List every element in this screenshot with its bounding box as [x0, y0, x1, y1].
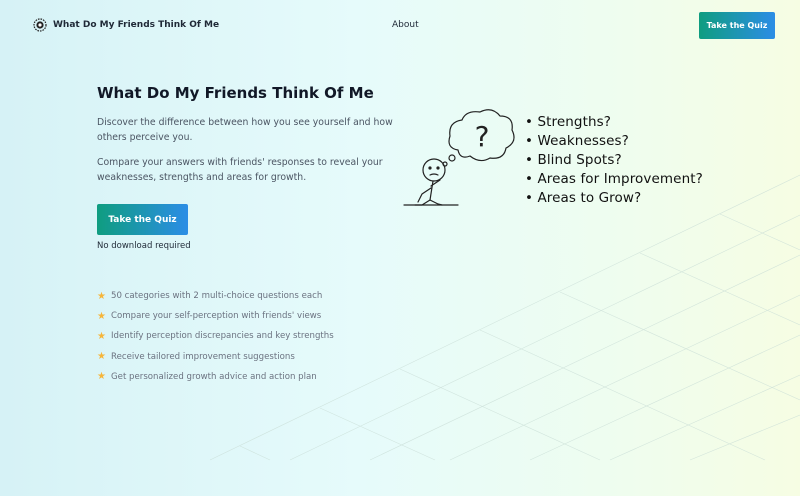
feature-item: ★ Identify perception discrepancies and k…	[97, 326, 334, 346]
star-icon: ★	[97, 330, 106, 342]
question-item: • Strengths?	[525, 114, 612, 130]
nav-take-quiz-button[interactable]: Take the Quiz	[699, 12, 775, 39]
question-mark: ?	[475, 120, 490, 153]
hero-section: What Do My Friends Think Of Me Discover …	[97, 84, 397, 251]
question-item: • Areas to Grow?	[525, 190, 642, 206]
feature-item: ★ Get personalized growth advice and acti…	[97, 367, 334, 387]
feature-text: Receive tailored improvement suggestions	[111, 351, 295, 362]
star-icon: ★	[97, 290, 106, 302]
hero-take-quiz-button[interactable]: Take the Quiz	[97, 204, 188, 235]
page-title: What Do My Friends Think Of Me	[97, 84, 374, 102]
brain-logo-icon	[33, 18, 47, 32]
question-list: • Strengths? • Weaknesses? • Blind Spots…	[525, 113, 703, 208]
no-download-note: No download required	[97, 241, 191, 251]
question-item: • Blind Spots?	[525, 152, 622, 168]
feature-item: ★ 50 categories with 2 multi-choice quest…	[97, 286, 334, 306]
hero-description-2: Compare your answers with friends' respo…	[97, 157, 383, 183]
brand-name: What Do My Friends Think Of Me	[53, 20, 220, 30]
brand[interactable]: What Do My Friends Think Of Me	[33, 18, 219, 32]
feature-item: ★ Receive tailored improvement suggestion…	[97, 347, 334, 367]
top-navigation: What Do My Friends Think Of Me About Tak…	[0, 0, 800, 52]
feature-text: 50 categories with 2 multi-choice questi…	[111, 291, 323, 302]
feature-item: ★ Compare your self-perception with frien…	[97, 306, 334, 326]
hero-description-1: Discover the difference between how you …	[97, 117, 393, 143]
feature-list: ★ 50 categories with 2 multi-choice quest…	[97, 286, 334, 387]
question-item: • Areas for Improvement?	[525, 171, 703, 187]
feature-text: Compare your self-perception with friend…	[111, 311, 322, 322]
star-icon: ★	[97, 371, 106, 383]
star-icon: ★	[97, 310, 106, 322]
feature-text: Identify perception discrepancies and ke…	[111, 331, 334, 342]
nav-link-about[interactable]: About	[392, 20, 419, 30]
feature-text: Get personalized growth advice and actio…	[111, 371, 317, 382]
question-item: • Weaknesses?	[525, 133, 629, 149]
star-icon: ★	[97, 351, 106, 363]
